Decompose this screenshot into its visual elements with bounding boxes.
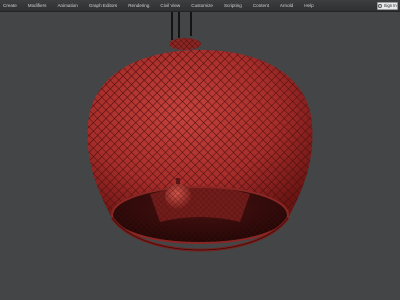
menu-graph-editors[interactable]: Graph Editors bbox=[89, 0, 117, 12]
viewport-canvas bbox=[87, 12, 313, 252]
power-cord bbox=[171, 12, 192, 40]
sign-in-button[interactable]: Sign In bbox=[377, 2, 398, 10]
user-icon bbox=[378, 4, 383, 8]
menu-customize[interactable]: Customize bbox=[191, 0, 213, 12]
menu-animation[interactable]: Animation bbox=[57, 0, 77, 12]
menu-modifiers[interactable]: Modifiers bbox=[28, 0, 47, 12]
sign-in-label: Sign In bbox=[383, 3, 397, 8]
menu-scripting[interactable]: Scripting bbox=[224, 0, 242, 12]
menu-help[interactable]: Help bbox=[304, 0, 313, 12]
menu-bar: Create Modifiers Animation Graph Editors… bbox=[0, 0, 400, 12]
menu-civil-view[interactable]: Civil View bbox=[160, 0, 180, 12]
menu-create[interactable]: Create bbox=[3, 0, 17, 12]
menu-arnold[interactable]: Arnold bbox=[280, 0, 293, 12]
menu-rendering[interactable]: Rendering bbox=[128, 0, 149, 12]
lamp-shade-model bbox=[87, 38, 313, 252]
menu-content[interactable]: Content bbox=[253, 0, 269, 12]
viewport[interactable] bbox=[0, 12, 400, 300]
